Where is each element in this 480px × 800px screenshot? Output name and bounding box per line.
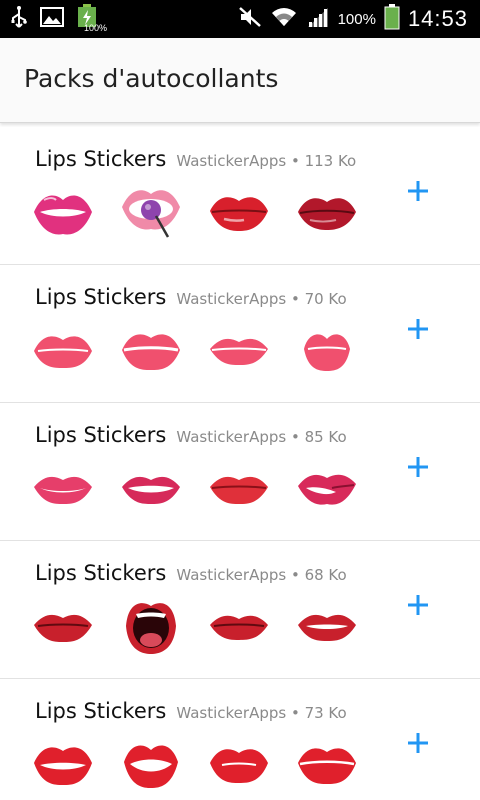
lips-red-open-sticker (116, 737, 186, 793)
lips-dark-red-sticker (292, 185, 362, 241)
pack-meta: WastickerApps • 73 Ko (176, 704, 347, 722)
clock: 14:53 (407, 6, 468, 31)
lips-red-thin-sticker (204, 599, 274, 655)
pack-meta: WastickerApps • 85 Ko (176, 428, 347, 446)
signal-icon (306, 6, 330, 32)
pack-header: Lips Stickers WastickerApps • 85 Ko (35, 423, 347, 447)
pack-item[interactable]: Lips Stickers WastickerApps • 113 Ko (0, 127, 480, 265)
wifi-icon (270, 6, 298, 32)
lips-pink-3-sticker (204, 323, 274, 379)
pack-name: Lips Stickers (35, 285, 167, 309)
pack-meta: WastickerApps • 68 Ko (176, 566, 347, 584)
pack-item[interactable]: Lips Stickers WastickerApps • 85 Ko (0, 403, 480, 541)
app-bar: Packs d'autocollants (0, 38, 480, 123)
pack-name: Lips Stickers (35, 561, 167, 585)
pack-header: Lips Stickers WastickerApps • 73 Ko (35, 699, 347, 723)
pack-header: Lips Stickers WastickerApps • 113 Ko (35, 147, 356, 171)
status-right: 100% 14:53 (238, 0, 468, 38)
plus-icon (406, 317, 430, 345)
plus-icon (406, 179, 430, 207)
pack-name: Lips Stickers (35, 147, 167, 171)
lips-red-kiss-sticker (292, 737, 362, 793)
plus-icon (406, 593, 430, 621)
plus-icon (406, 731, 430, 759)
pack-item[interactable]: Lips Stickers WastickerApps • 68 Ko (0, 541, 480, 679)
sticker-row (28, 185, 362, 241)
sticker-row (28, 323, 362, 379)
plus-icon (406, 455, 430, 483)
lips-pink-1-sticker (28, 323, 98, 379)
page-title: Packs d'autocollants (24, 64, 279, 93)
battery-small-label: 100% (84, 23, 108, 33)
usb-icon (10, 6, 28, 32)
lips-pink-open-sticker (116, 461, 186, 517)
lips-lollipop-sticker (116, 185, 186, 241)
pack-meta: WastickerApps • 70 Ko (176, 290, 347, 308)
lips-magenta-biting-sticker (28, 185, 98, 241)
pack-meta: WastickerApps • 113 Ko (176, 152, 357, 170)
sticker-row (28, 737, 362, 793)
sticker-row (28, 599, 362, 655)
add-pack-button[interactable] (400, 313, 436, 349)
mute-icon (238, 6, 262, 32)
pack-name: Lips Stickers (35, 423, 167, 447)
battery-icon (384, 4, 400, 34)
lips-red-glossy-sticker (204, 185, 274, 241)
status-bar: 100% 100% 14:53 (0, 0, 480, 38)
lips-pink-4-sticker (292, 323, 362, 379)
pack-header: Lips Stickers WastickerApps • 70 Ko (35, 285, 347, 309)
lips-open-mouth-sticker (116, 599, 186, 655)
add-pack-button[interactable] (400, 589, 436, 625)
pack-header: Lips Stickers WastickerApps • 68 Ko (35, 561, 347, 585)
pack-item[interactable]: Lips Stickers WastickerApps • 73 Ko (0, 679, 480, 800)
lips-red-pucker-sticker (204, 737, 274, 793)
lips-red-closed-sticker (204, 461, 274, 517)
lips-pink-2-sticker (116, 323, 186, 379)
lips-red-outline-sticker (28, 737, 98, 793)
lips-red-teeth-sticker (292, 599, 362, 655)
pack-item[interactable]: Lips Stickers WastickerApps • 70 Ko (0, 265, 480, 403)
lips-biting-tongue-sticker (292, 461, 362, 517)
add-pack-button[interactable] (400, 727, 436, 763)
add-pack-button[interactable] (400, 175, 436, 211)
lips-red-smile-sticker (28, 599, 98, 655)
sticker-row (28, 461, 362, 517)
lips-pink-smile-sticker (28, 461, 98, 517)
battery-percent: 100% (337, 10, 376, 28)
pack-name: Lips Stickers (35, 699, 167, 723)
add-pack-button[interactable] (400, 451, 436, 487)
image-icon (40, 7, 64, 31)
